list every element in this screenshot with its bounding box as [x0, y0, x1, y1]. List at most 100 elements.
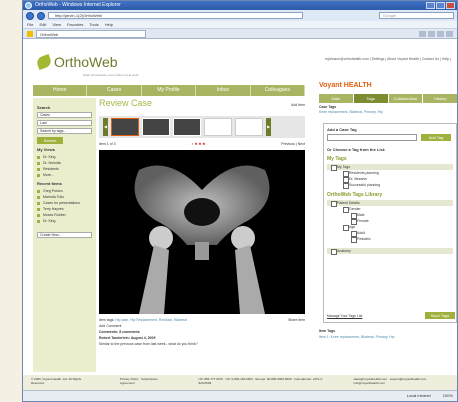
image-toolbar: Item 1 of 3 ◐ ✖ ✱ ✱ Previous | Next: [99, 140, 305, 148]
add-item-button[interactable]: Add Item: [291, 103, 305, 107]
add-tag-panel: Add a Case Tag Add Tag Or Choose a Tag f…: [323, 123, 457, 323]
pelvis-xray-drawing: [134, 165, 270, 314]
menu-view[interactable]: View: [52, 21, 61, 28]
footer-emails[interactable]: sales@voyanthealth.com · support@voyanth…: [354, 377, 452, 390]
review-case-content: Review Case Add Item ◀ ▶ Item 1 of 3 ◐ ✖…: [99, 98, 305, 372]
tab-bar: OrthoWeb: [23, 29, 457, 39]
tab-main[interactable]: Main: [319, 94, 353, 103]
thumbnail-selected[interactable]: [111, 118, 139, 136]
voyant-logo: Voyant HEALTH: [319, 82, 372, 89]
logo-text: OrthoWeb: [54, 54, 118, 70]
close-button[interactable]: [446, 2, 455, 9]
toolbar-icons: [419, 30, 457, 37]
search-heading: Search: [37, 105, 51, 110]
search-button[interactable]: Search: [37, 137, 63, 144]
title-bar: OrthoWeb - Windows Internet Explorer: [23, 1, 457, 10]
image-tools-icons[interactable]: ◐ ✖ ✱ ✱: [192, 140, 206, 148]
panel-tabs: Main Tags Collaboration History: [319, 94, 457, 103]
recent-item[interactable]: Dr. King: [37, 218, 92, 224]
tab-history[interactable]: History: [423, 94, 457, 103]
nav-my-profile[interactable]: My Profile: [142, 85, 197, 96]
recent-heading: Recent Items: [37, 181, 62, 186]
minimize-button[interactable]: [426, 2, 435, 9]
page-title: Review Case: [99, 98, 153, 108]
create-new-select[interactable]: Create New...: [37, 232, 92, 238]
thumbnail-empty: [204, 118, 232, 136]
status-bar: Local intranet 100%: [23, 390, 457, 401]
previous-link[interactable]: Previous: [281, 142, 295, 146]
item-tags[interactable]: Hip pain, Hip Replacement, Revision, Bil…: [115, 318, 187, 322]
copyright: © 2009, Voyant Health, Ltd. All Rights R…: [31, 377, 82, 385]
home-icon[interactable]: [419, 30, 426, 37]
window-title: OrthoWeb - Windows Internet Explorer: [35, 2, 121, 8]
nav-cases[interactable]: Cases: [87, 85, 142, 96]
manage-tags-link[interactable]: Manage Your Tags List: [327, 314, 362, 318]
menu-favorites[interactable]: Favorites: [67, 21, 83, 28]
item-tags-label: Item tags:: [99, 318, 115, 322]
views-heading: My Views: [37, 147, 55, 152]
favorites-star-icon[interactable]: [27, 30, 33, 37]
xray-image[interactable]: [99, 150, 305, 314]
tag-checkbox[interactable]: Anatomy: [327, 248, 453, 255]
add-tag-button[interactable]: Add Tag: [421, 134, 451, 141]
thumbnail-empty: [235, 118, 263, 136]
tagline: Work productively, even when not at work: [83, 73, 139, 77]
logo-leaf-icon: [35, 53, 53, 71]
thumbnail[interactable]: [142, 118, 170, 136]
thumbnail-strip: ◀ ▶: [99, 116, 305, 138]
my-tags-heading: My Tags: [327, 156, 347, 162]
menu-edit[interactable]: Edit: [39, 21, 46, 28]
security-zone: Local intranet: [406, 393, 431, 398]
save-tags-button[interactable]: Save Tags: [425, 312, 455, 319]
search-box[interactable]: Google: [379, 12, 454, 19]
nav-home[interactable]: Home: [33, 85, 88, 96]
share-item-checkbox[interactable]: Share item: [288, 317, 305, 323]
search-type-select[interactable]: Cases: [37, 112, 92, 118]
thumbnail[interactable]: [173, 118, 201, 136]
user-links[interactable]: mjohnson@orthohealth.com | Settings | Ab…: [325, 57, 451, 61]
nav-inbox[interactable]: Inbox: [196, 85, 251, 96]
search-range-select[interactable]: Last: [37, 120, 92, 126]
page-menu-icon[interactable]: [446, 30, 453, 37]
voyant-panel: Voyant HEALTH Main Tags Collaboration Hi…: [309, 80, 457, 380]
tab-collaboration[interactable]: Collaboration: [388, 94, 423, 103]
footer-links[interactable]: Privacy Policy · Subscription Agreement: [120, 377, 169, 390]
main-nav: Home Cases My Profile Inbox Colleagues: [33, 85, 306, 96]
window-controls: [426, 2, 455, 9]
sidebar: Search Cases Last Search by tags... Sear…: [33, 98, 96, 372]
browser-tab[interactable]: OrthoWeb: [36, 29, 146, 38]
search-tags-input[interactable]: Search by tags...: [37, 128, 92, 134]
menu-file[interactable]: File: [27, 21, 33, 28]
tab-tags[interactable]: Tags: [353, 94, 388, 103]
maximize-button[interactable]: [436, 2, 445, 9]
menu-tools[interactable]: Tools: [89, 21, 98, 28]
case-tags-value[interactable]: Knee replacement, Bilateral, Primary, Hi…: [319, 110, 383, 115]
item-tags-value[interactable]: Item 1: Knee replacement, Bilateral, Pri…: [319, 334, 395, 340]
nav-colleagues[interactable]: Colleagues: [251, 85, 306, 96]
address-bar[interactable]: http://jarvin-1(2)OrthoWeb/: [48, 12, 303, 19]
item-tags-section: Item Tags Item 1: Knee replacement, Bila…: [319, 328, 395, 340]
feeds-icon[interactable]: [428, 30, 435, 37]
next-link[interactable]: Next: [298, 142, 305, 146]
tag-checkbox[interactable]: Pediatric: [327, 236, 453, 243]
forward-button[interactable]: [37, 11, 45, 20]
add-tag-heading: Add a Case Tag: [327, 127, 357, 132]
case-meta: Item tags: Hip pain, Hip Replacement, Re…: [99, 317, 305, 347]
menu-help[interactable]: Help: [105, 21, 113, 28]
tag-checkbox[interactable]: Successful planning: [327, 182, 453, 189]
address-row: http://jarvin-1(2)OrthoWeb/ Google: [23, 10, 457, 21]
print-icon[interactable]: [437, 30, 444, 37]
case-tags: Case Tags Knee replacement, Bilateral, P…: [319, 105, 383, 115]
item-count: Item 1 of 3: [99, 142, 116, 146]
comment-text: Similar to the previous case from last w…: [99, 342, 198, 346]
thumb-next-arrow[interactable]: ▶: [266, 118, 271, 136]
ie-icon: [25, 2, 32, 9]
tag-input[interactable]: [327, 134, 417, 141]
zoom-level[interactable]: 100%: [443, 391, 453, 401]
thumb-prev-arrow[interactable]: ◀: [103, 118, 108, 136]
web-page: OrthoWeb Work productively, even when no…: [23, 40, 457, 392]
view-more[interactable]: More...: [37, 172, 92, 178]
menu-bar: File Edit View Favorites Tools Help: [23, 21, 457, 29]
back-button[interactable]: [26, 11, 34, 20]
site-logo[interactable]: OrthoWeb: [35, 53, 118, 71]
